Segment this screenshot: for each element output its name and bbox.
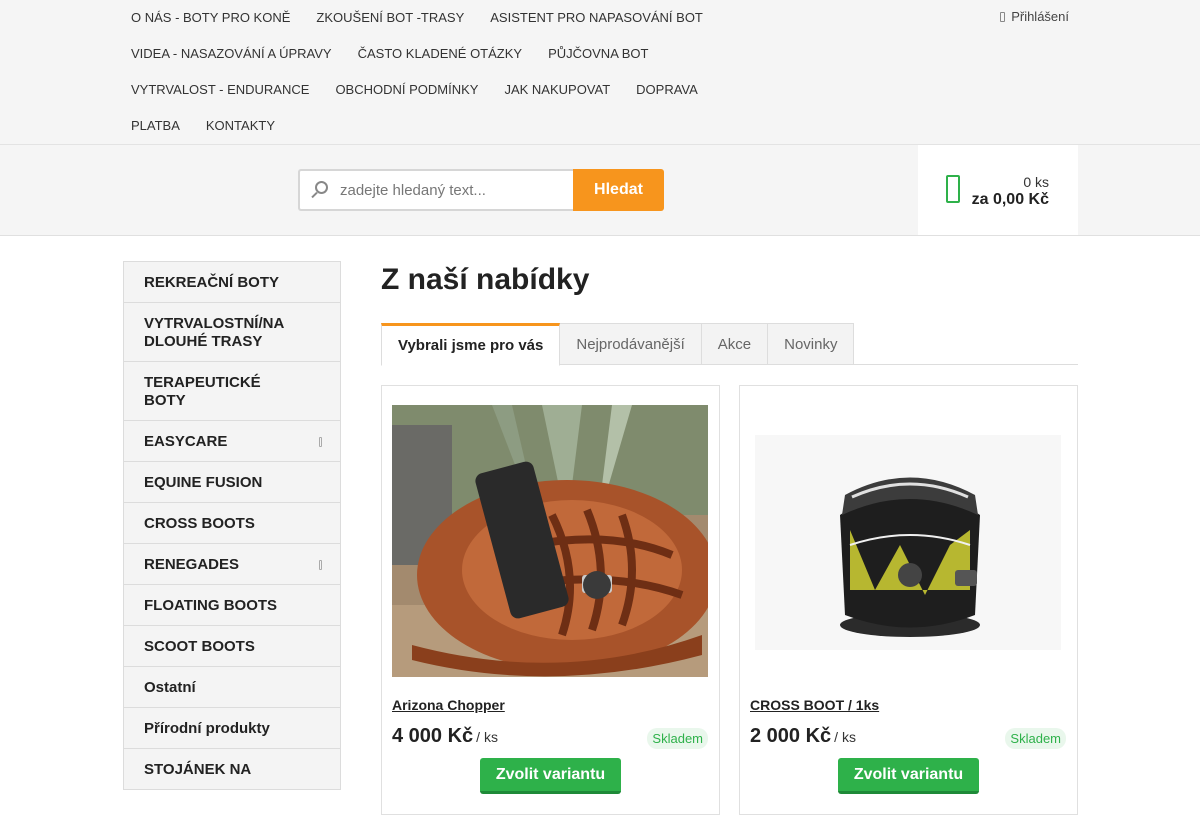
sidebar-item-scoot-boots[interactable]: SCOOT BOOTS [124,626,340,667]
cart-widget[interactable]: 0 ks za 0,00 Kč [918,145,1078,235]
stock-badge: Skladem [1005,728,1066,749]
stock-badge: Skladem [647,728,708,749]
price-unit: / ks [476,729,498,745]
login-label: Přihlášení [1011,9,1069,24]
sidebar-item-label: SCOOT BOOTS [144,638,255,655]
sidebar-item-renegades[interactable]: RENEGADES [124,544,340,585]
nav-link-platba[interactable]: PLATBA [118,117,193,135]
choose-variant-button[interactable]: Zvolit variantu [838,758,979,794]
tab-vybrali-jsme[interactable]: Vybrali jsme pro vás [381,323,561,366]
category-sidebar: REKREAČNÍ BOTY VYTRVALOSTNÍ/NA DLOUHÉ TR… [123,261,341,790]
price-value: 4 000 Kč [392,725,474,747]
cart-quantity: 0 ks [1023,174,1049,190]
search-form: Hledat [298,169,664,211]
nav-link-jak-nakupovat[interactable]: JAK NAKUPOVAT [491,81,623,99]
nav-row-4: PLATBA KONTAKTY [118,117,288,135]
search-band: Hledat 0 ks za 0,00 Kč [0,145,1200,236]
chevron-right-icon [319,560,322,570]
search-button[interactable]: Hledat [573,169,664,211]
page-title: Z naší nabídky [381,263,590,296]
sidebar-item-prirodni-produkty[interactable]: Přírodní produkty [124,708,340,749]
sidebar-item-label: Ostatní [144,679,196,696]
nav-link-doprava[interactable]: DOPRAVA [623,81,711,99]
nav-row-1: O NÁS - BOTY PRO KONĚ ZKOUŠENÍ BOT -TRAS… [118,9,716,27]
nav-link-kontakty[interactable]: KONTAKTY [193,117,288,135]
search-icon [310,180,330,200]
price-unit: / ks [834,729,856,745]
price-value: 2 000 Kč [750,725,832,747]
top-navigation: O NÁS - BOTY PRO KONĚ ZKOUŠENÍ BOT -TRAS… [0,0,1200,145]
sidebar-item-ostatni[interactable]: Ostatní [124,667,340,708]
nav-row-3: VYTRVALOST - ENDURANCE OBCHODNÍ PODMÍNKY… [118,81,711,99]
sidebar-item-label: RENEGADES [144,556,240,573]
sidebar-item-equine-fusion[interactable]: EQUINE FUSION [124,462,340,503]
sidebar-item-label: CROSS BOOTS [144,515,255,532]
tab-akce[interactable]: Akce [701,323,769,365]
sidebar-item-floating-boots[interactable]: FLOATING BOOTS [124,585,340,626]
nav-link-obchodni-podminky[interactable]: OBCHODNÍ PODMÍNKY [322,81,491,99]
search-input[interactable] [340,181,550,199]
nav-link-asistent[interactable]: ASISTENT PRO NAPASOVÁNÍ BOT [477,9,716,27]
product-price: 2 000 Kč / ks [750,725,856,748]
sidebar-item-terapeuticke-boty[interactable]: TERAPEUTICKÉ BOTY [124,362,340,421]
product-name-link[interactable]: CROSS BOOT / 1ks [750,697,879,713]
sidebar-item-vytrvalostni[interactable]: VYTRVALOSTNÍ/NA DLOUHÉ TRASY [124,303,340,362]
nav-link-vytrvalost[interactable]: VYTRVALOST - ENDURANCE [118,81,322,99]
sidebar-item-label: STOJÁNEK NA [144,761,252,778]
sidebar-item-easycare[interactable]: EASYCARE [124,421,340,462]
tab-nejprodavanejsi[interactable]: Nejprodávanější [560,323,702,365]
sidebar-item-label: VYTRVALOSTNÍ/NA DLOUHÉ TRASY [144,315,284,350]
sidebar-item-label: Přírodní produkty [144,720,270,737]
product-name-link[interactable]: Arizona Chopper [392,697,505,713]
sidebar-item-stojanek[interactable]: STOJÁNEK NA [124,749,340,789]
cart-total: za 0,00 Kč [971,191,1049,208]
search-field[interactable] [298,169,573,211]
sidebar-item-rekreacni-boty[interactable]: REKREAČNÍ BOTY [124,262,340,303]
nav-link-o-nas[interactable]: O NÁS - BOTY PRO KONĚ [118,9,303,27]
choose-variant-button[interactable]: Zvolit variantu [480,758,621,794]
nav-link-pujcovna[interactable]: PŮJČOVNA BOT [535,45,661,63]
nav-link-videa[interactable]: VIDEA - NASAZOVÁNÍ A ÚPRAVY [118,45,345,63]
sidebar-item-label: EQUINE FUSION [144,474,263,491]
sidebar-item-label: FLOATING BOOTS [144,597,278,614]
sidebar-item-label: EASYCARE [144,433,228,450]
sidebar-item-label: TERAPEUTICKÉ BOTY [144,374,261,409]
sidebar-item-label: REKREAČNÍ BOTY [144,274,280,291]
product-card: Arizona Chopper 4 000 Kč / ks Skladem Zvo… [381,385,720,815]
product-card: CROSS BOOT / 1ks 2 000 Kč / ks Skladem Zv… [739,385,1078,815]
offer-tabs: Vybrali jsme pro vás Nejprodávanější Akc… [381,323,1078,366]
nav-link-faq[interactable]: ČASTO KLADENÉ OTÁZKY [345,45,535,63]
user-icon [1000,11,1006,22]
nav-link-zkouseni-bot[interactable]: ZKOUŠENÍ BOT -TRASY [303,9,477,27]
tab-novinky[interactable]: Novinky [768,323,855,365]
sidebar-item-cross-boots[interactable]: CROSS BOOTS [124,503,340,544]
product-image[interactable] [750,405,1066,677]
product-image[interactable] [392,405,708,677]
chevron-right-icon [319,437,322,447]
product-price: 4 000 Kč / ks [392,725,498,748]
login-link[interactable]: Přihlášení [1000,9,1069,24]
cart-icon [946,175,960,203]
nav-row-2: VIDEA - NASAZOVÁNÍ A ÚPRAVY ČASTO KLADEN… [118,45,662,63]
